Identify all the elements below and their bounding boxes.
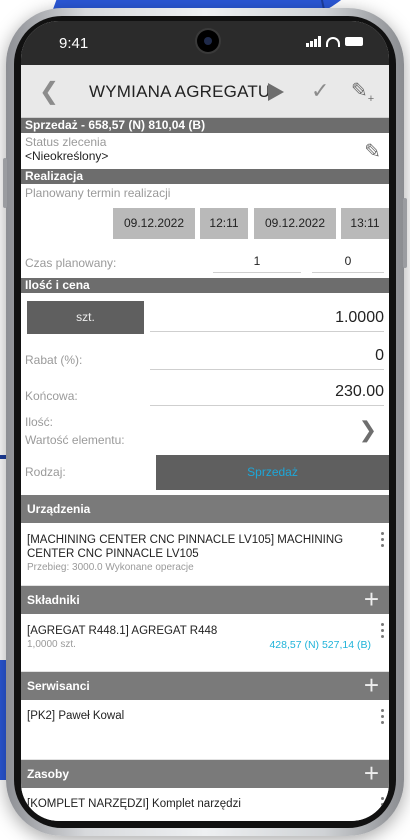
section-title: Zasoby [27,767,70,781]
quantity-label: Ilość: [25,415,54,429]
section-urzadzenia: Urządzenia [21,495,389,523]
check-icon[interactable]: ✓ [311,78,329,104]
section-skladniki: Składniki + [21,586,389,614]
app-screen: 9:41 ❮ WYMIANA AGREGATU ✓ ✎+ Sprzedaż - … [21,21,389,821]
pencil-icon[interactable]: ✎ [364,139,381,164]
resource-title: [KOMPLET NARZĘDZI] Komplet narzędzi [27,798,241,810]
device-subtitle: Przebieg: 3000.0 Wykonane operacje [27,562,194,573]
component-title: [AGREGAT R448.1] AGREGAT R448 [27,625,218,637]
status-icons [306,36,363,47]
device-title: [MACHINING CENTER CNC PINNACLE LV105] MA… [27,534,344,560]
more-vert-icon[interactable] [381,623,385,641]
section-title: Urządzenia [27,502,91,516]
status-label: Status zlecenia [25,135,107,149]
duration-hours-input[interactable]: 1 [213,254,301,273]
volume-button [3,158,7,208]
list-item[interactable]: [KOMPLET NARZĘDZI] Komplet narzędzi [21,788,389,821]
edit-plus-icon[interactable]: ✎+ [351,78,374,105]
battery-icon [345,37,363,46]
technician-name: [PK2] Paweł Kowal [27,710,125,722]
list-item[interactable]: [AGREGAT R448.1] AGREGAT R448 1,0000 szt… [21,614,389,672]
list-item[interactable]: [MACHINING CENTER CNC PINNACLE LV105] MA… [21,523,389,586]
unit-button[interactable]: szt. [27,301,144,334]
play-icon[interactable] [268,83,284,101]
list-item[interactable]: [PK2] Paweł Kowal [21,700,389,760]
component-amount: 428,57 (N) 527,14 (B) [269,639,371,651]
app-header: ❮ WYMIANA AGREGATU ✓ ✎+ [21,65,389,118]
section-serwisanci: Serwisanci + [21,672,389,700]
page-title: WYMIANA AGREGATU [89,82,271,101]
power-button [403,198,407,268]
status-value: <Nieokreślony> [25,149,109,163]
chevron-right-icon[interactable]: ❯ [359,417,377,443]
final-price-input[interactable]: 230.00 [150,383,384,406]
signal-icon [306,36,321,47]
start-date-field[interactable]: 09.12.2022 [113,208,195,239]
element-value-label: Wartość elementu: [25,433,125,447]
chevron-left-icon[interactable]: ❮ [39,77,59,106]
section-title: Serwisanci [27,679,90,693]
front-camera [197,30,219,52]
quantity-price-panel: szt. 1.0000 Rabat (%): 0 Końcowa: 230.00… [21,293,389,490]
final-price-label: Końcowa: [25,389,78,403]
start-time-field[interactable]: 12:11 [200,208,248,239]
order-summary: Sprzedaż - 658,57 (N) 810,04 (B) [21,118,389,133]
duration-minutes-input[interactable]: 0 [312,254,384,273]
more-vert-icon[interactable] [381,532,385,550]
section-title: Składniki [27,593,80,607]
type-selector[interactable]: Sprzedaż [156,455,389,490]
status-bar: 9:41 [21,21,389,65]
add-icon[interactable]: + [364,672,379,698]
add-icon[interactable]: + [364,586,379,612]
order-status[interactable]: Status zlecenia <Nieokreślony> ✎ [21,133,389,169]
section-ilosc-cena: Ilość i cena [21,278,389,293]
end-time-field[interactable]: 13:11 [341,208,389,239]
quantity-input[interactable]: 1.0000 [150,309,384,332]
add-icon[interactable]: + [364,760,379,786]
discount-label: Rabat (%): [25,353,83,367]
type-label: Rodzaj: [25,465,66,479]
section-realizacja: Realizacja [21,169,389,184]
clock: 9:41 [59,35,89,52]
more-vert-icon[interactable] [381,709,385,727]
wifi-icon [326,36,340,47]
quantity-value-row[interactable]: Ilość: Wartość elementu: ❯ [21,413,389,449]
section-zasoby: Zasoby + [21,760,389,788]
realizacja-panel: Planowany termin realizacji 09.12.2022 1… [21,184,389,278]
duration-label: Czas planowany: [25,256,117,270]
type-row: Rodzaj: Sprzedaż [21,455,389,490]
end-date-field[interactable]: 09.12.2022 [254,208,336,239]
more-vert-icon[interactable] [381,797,385,815]
planned-term-label: Planowany termin realizacji [25,186,171,200]
discount-input[interactable]: 0 [150,347,384,370]
